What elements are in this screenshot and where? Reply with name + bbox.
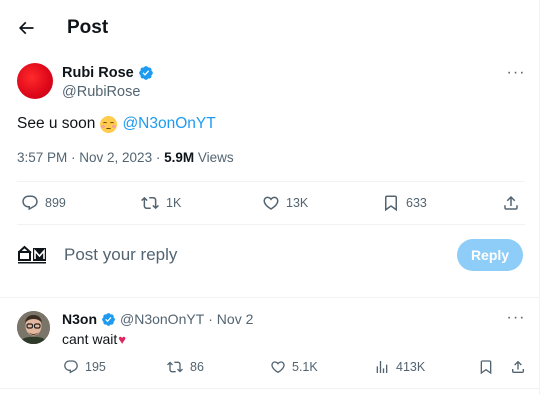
page-title: Post	[67, 17, 109, 38]
reply-share-action[interactable]	[510, 359, 526, 375]
avatar[interactable]	[17, 63, 53, 99]
reply-author-name[interactable]: N3on	[62, 311, 97, 327]
heart-icon	[271, 361, 285, 374]
post-text: See u soon @N3onOnYT	[17, 115, 216, 133]
verified-badge-icon	[102, 312, 115, 326]
reply-icon	[22, 195, 38, 211]
mention-link[interactable]: @N3onOnYT	[122, 115, 215, 133]
like-count: 5.1K	[292, 360, 318, 374]
post-detail-column: Post Rubi Rose @RubiRose ··· See u soon …	[0, 0, 540, 395]
arrow-left-icon	[18, 21, 34, 35]
n3on-avatar-image	[17, 311, 50, 344]
reply-avatar[interactable]	[17, 311, 50, 344]
views-icon	[376, 361, 388, 373]
divider	[17, 181, 525, 182]
reply-count: 899	[45, 196, 66, 210]
reply-header: N3on @N3onOnYT · Nov 2	[62, 311, 253, 327]
user-avatar[interactable]	[17, 245, 48, 265]
post-body: See u soon	[17, 115, 96, 132]
reply-input[interactable]: Post your reply	[64, 245, 177, 265]
reply-count: 195	[85, 360, 106, 374]
reply-date[interactable]: · Nov 2	[208, 311, 253, 327]
post-meta: 3:57 PM · Nov 2, 2023 · 5.9M Views	[17, 150, 234, 165]
divider	[0, 297, 540, 298]
divider	[17, 224, 525, 225]
like-count: 13K	[286, 196, 309, 210]
more-options-button[interactable]: ···	[504, 64, 528, 81]
reply-like-action[interactable]: 5.1K	[270, 359, 318, 375]
reply-views-action[interactable]: 413K	[374, 359, 425, 375]
user-logo-icon	[17, 245, 46, 264]
more-icon: ···	[506, 309, 526, 326]
share-action[interactable]	[502, 194, 520, 212]
heart-icon	[263, 196, 279, 210]
views-count: 5.9M	[164, 150, 195, 165]
reply-repost-action[interactable]: 86	[166, 359, 204, 375]
back-button[interactable]	[12, 14, 40, 42]
reply-bookmark-action[interactable]	[478, 359, 494, 375]
bookmark-count: 633	[406, 196, 427, 210]
red-heart-icon: ♥	[118, 331, 126, 347]
reply-author-handle[interactable]: @N3onOnYT	[120, 311, 204, 327]
share-icon	[504, 195, 518, 210]
reply-text: cant wait ♥	[62, 331, 126, 347]
repost-action[interactable]: 1K	[140, 194, 181, 212]
post-timestamp[interactable]: 3:57 PM · Nov 2, 2023 ·	[17, 150, 164, 165]
header: Post	[0, 0, 540, 56]
repost-icon	[141, 196, 159, 210]
share-icon	[512, 360, 524, 373]
repost-count: 86	[190, 360, 204, 374]
repost-count: 1K	[166, 196, 182, 210]
bookmark-icon	[385, 195, 397, 212]
reply-body: cant wait	[62, 331, 118, 347]
divider	[0, 388, 540, 389]
repost-icon	[167, 361, 183, 373]
reply-more-options-button[interactable]: ···	[504, 309, 528, 326]
reply-icon	[64, 360, 78, 374]
views-count: 413K	[396, 360, 426, 374]
like-action[interactable]: 13K	[262, 194, 308, 212]
bookmark-action[interactable]: 633	[382, 194, 427, 212]
reply-reply-action[interactable]: 195	[63, 359, 106, 375]
reply-action[interactable]: 899	[21, 194, 66, 212]
author-name-text: Rubi Rose	[62, 65, 134, 81]
author-handle[interactable]: @RubiRose	[62, 84, 140, 100]
author-name[interactable]: Rubi Rose	[62, 65, 154, 81]
bookmark-icon	[480, 360, 492, 375]
verified-badge-icon	[138, 66, 153, 80]
views-label: Views	[194, 150, 234, 165]
smiling-face-icon	[100, 115, 118, 133]
reply-button[interactable]: Reply	[457, 239, 523, 271]
more-icon: ···	[506, 64, 526, 81]
